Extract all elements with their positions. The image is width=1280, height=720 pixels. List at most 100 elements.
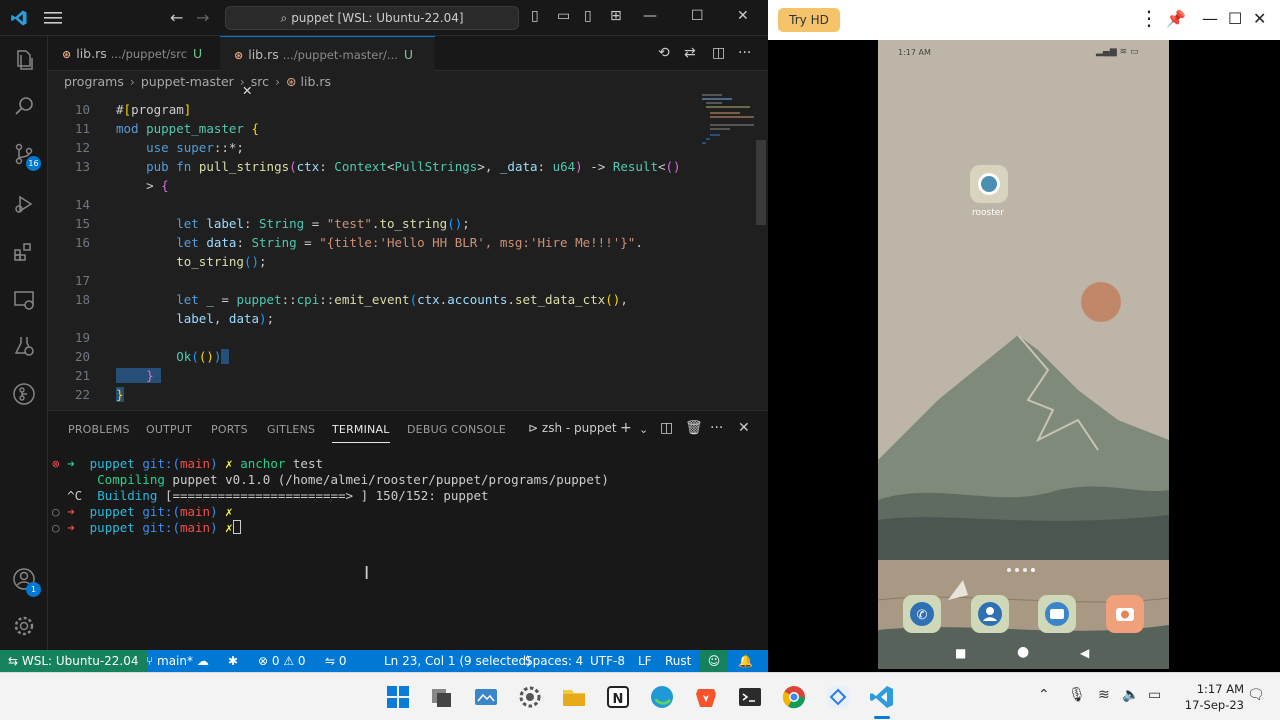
prompt-arrow-icon: ➜ (67, 456, 83, 471)
remote-explorer-icon[interactable] (12, 288, 36, 312)
widgets-icon[interactable] (472, 683, 500, 711)
tab-lib-rs-puppet-master[interactable]: ⊛ lib.rs .../puppet-master/... U ✕ (220, 36, 435, 98)
vscode-taskbar-icon[interactable] (868, 683, 896, 711)
minimize-icon[interactable]: — (643, 8, 657, 24)
more-actions-icon[interactable]: ··· (710, 420, 723, 436)
battery-icon[interactable]: ▭ (1148, 687, 1161, 703)
remote-indicator[interactable]: ⇆ WSL: Ubuntu-22.04 (0, 650, 147, 672)
breadcrumb-item[interactable]: puppet-master (141, 74, 234, 89)
chevron-up-icon[interactable]: ⌃ (1038, 687, 1050, 703)
trash-icon[interactable]: 🗑 (685, 420, 703, 436)
tab-ports[interactable]: PORTS (211, 423, 248, 436)
notifications-bell-icon[interactable]: 🔔 (738, 650, 753, 672)
recents-button-icon[interactable]: ■ (955, 646, 966, 660)
edge-browser-icon[interactable] (648, 683, 676, 711)
file-explorer-icon[interactable] (560, 683, 588, 711)
explorer-icon[interactable] (12, 48, 36, 72)
brave-browser-icon[interactable] (692, 683, 720, 711)
run-debug-icon[interactable] (12, 192, 36, 216)
encoding[interactable]: UTF-8 (590, 650, 625, 672)
menu-icon[interactable] (44, 11, 62, 25)
messages-app-icon[interactable] (1038, 595, 1076, 633)
tab-debug-console[interactable]: DEBUG CONSOLE (407, 423, 506, 436)
more-actions-icon[interactable]: ··· (738, 45, 751, 61)
copilot-icon[interactable]: ☺ (700, 650, 728, 672)
toggle-panel-icon[interactable]: ▭ (557, 8, 570, 24)
compare-changes-icon[interactable]: ⇄ (684, 45, 696, 61)
gear-icon[interactable] (12, 614, 36, 638)
cursor-position[interactable]: Ln 23, Col 1 (9 selected) (384, 650, 531, 672)
tab-output[interactable]: OUTPUT (146, 423, 192, 436)
phone-app-icon[interactable]: ✆ (903, 595, 941, 633)
search-icon[interactable] (12, 94, 36, 118)
terminal-app-icon[interactable] (736, 683, 764, 711)
maximize-icon[interactable]: ☐ (691, 8, 704, 24)
close-icon[interactable]: ✕ (1253, 9, 1266, 28)
testing-icon[interactable] (12, 334, 36, 358)
new-terminal-icon[interactable]: + (620, 420, 632, 436)
rooster-app-label: rooster (972, 208, 1004, 218)
close-window-icon[interactable]: ✕ (737, 8, 749, 24)
back-arrow-icon[interactable]: ← (170, 8, 183, 27)
notion-icon[interactable]: N (604, 683, 632, 711)
command-center-search[interactable]: ⌕ puppet [WSL: Ubuntu-22.04] (225, 6, 519, 30)
toggle-sidebar-icon[interactable]: ▯ (531, 8, 539, 24)
toggle-secondary-sidebar-icon[interactable]: ▯ (584, 8, 592, 24)
more-vertical-icon[interactable]: ⋮ (1139, 6, 1159, 30)
microphone-icon[interactable]: 🎙 (1068, 687, 1086, 703)
indentation[interactable]: Spaces: 4 (525, 650, 583, 672)
line-number: 20 (74, 349, 90, 364)
minimize-icon[interactable]: — (1202, 9, 1218, 28)
tab-problems[interactable]: PROBLEMS (68, 423, 130, 436)
phone-screen[interactable]: 1:17 AM ▂▄▆ ≋ ▭ rooster ✆ ■ ● ◀ (878, 40, 1169, 669)
volume-icon[interactable]: 🔈 (1122, 687, 1139, 703)
gitlens-icon[interactable] (12, 382, 36, 406)
notification-center-icon[interactable]: 🗨 (1247, 687, 1265, 703)
home-button-icon[interactable]: ● (1017, 644, 1029, 660)
windows-start-icon[interactable] (384, 683, 412, 711)
breadcrumb-item[interactable]: src (251, 74, 269, 89)
taskbar-clock[interactable]: 1:17 AM 17-Sep-23 (1172, 681, 1244, 713)
maximize-icon[interactable]: ☐ (1228, 9, 1242, 28)
tab-lib-rs-puppet[interactable]: ⊛ lib.rs .../puppet/src U (48, 36, 218, 71)
try-hd-button[interactable]: Try HD (778, 8, 840, 32)
breadcrumb-item[interactable]: programs (64, 74, 124, 89)
code-editor[interactable]: 10 11 12 13 14 15 16 17 18 19 20 21 22 #[program] mo… (48, 98, 746, 408)
code-line: pub fn pull_strings(ctx: Context<PullStr… (146, 159, 681, 174)
breadcrumb-item[interactable]: lib.rs (301, 74, 332, 89)
problems-indicator[interactable]: ⊗ 0 ⚠ 0 (258, 650, 306, 672)
minimap[interactable] (700, 94, 754, 154)
chevron-down-icon[interactable]: ⌄ (639, 423, 648, 436)
camera-app-icon[interactable] (1106, 595, 1144, 633)
customize-layout-icon[interactable]: ⊞ (610, 8, 622, 24)
task-view-icon[interactable] (428, 683, 456, 711)
split-editor-icon[interactable]: ◫ (712, 45, 725, 61)
wifi-icon[interactable]: ≋ (1098, 687, 1110, 703)
end-of-line[interactable]: LF (638, 650, 652, 672)
terminal-selector[interactable]: ⊳ zsh - puppet (528, 421, 617, 435)
tab-terminal[interactable]: TERMINAL (332, 423, 390, 443)
svg-text:N: N (613, 692, 624, 707)
contacts-app-icon[interactable] (971, 595, 1009, 633)
branch-indicator[interactable]: ⑂ main* ☁ (146, 650, 209, 672)
close-panel-icon[interactable]: ✕ (738, 420, 750, 436)
terminal-cursor (232, 520, 241, 534)
phone-mirror-app-icon[interactable] (824, 683, 852, 711)
rooster-app-icon[interactable] (970, 165, 1008, 203)
ports-indicator[interactable]: ⇋ 0 (325, 650, 347, 672)
forward-arrow-icon[interactable]: → (196, 8, 209, 27)
language-mode[interactable]: Rust (665, 650, 691, 672)
title-bar: ← → ⌕ puppet [WSL: Ubuntu-22.04] ▯ ▭ ▯ ⊞ … (0, 0, 768, 36)
timeline-icon[interactable]: ⟲ (658, 45, 670, 61)
debug-icon[interactable]: ✱ (228, 650, 238, 672)
chrome-browser-icon[interactable] (780, 683, 808, 711)
tab-gitlens[interactable]: GITLENS (267, 423, 315, 436)
terminal-output[interactable]: ⊗ ➜ puppet git:(main) ✗ anchor test Comp… (52, 456, 762, 646)
back-button-icon[interactable]: ◀ (1080, 646, 1089, 660)
extensions-icon[interactable] (12, 240, 36, 264)
split-terminal-icon[interactable]: ◫ (660, 420, 673, 436)
pin-icon[interactable]: 📌 (1166, 9, 1186, 28)
settings-gear-icon[interactable] (516, 683, 544, 711)
editor-scroll-thumb[interactable] (756, 140, 766, 225)
editor-tabs: ⊛ lib.rs .../puppet/src U ⊛ lib.rs .../puppet… (48, 36, 768, 98)
